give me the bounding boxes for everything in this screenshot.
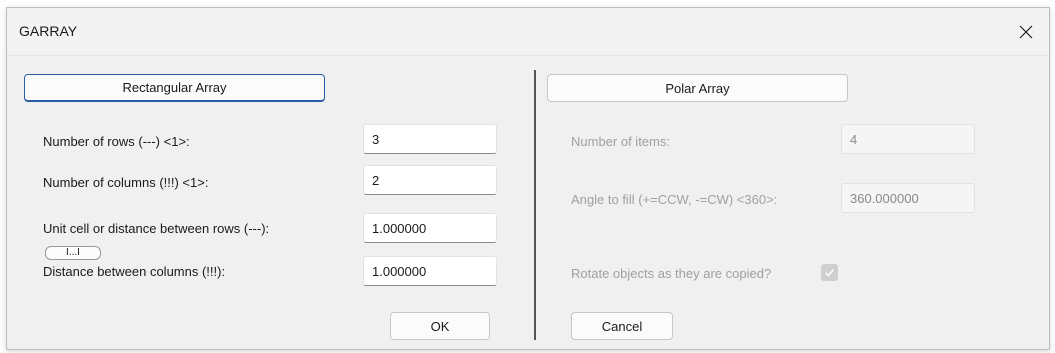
close-button[interactable]	[1003, 8, 1049, 56]
dialog-title: GARRAY	[19, 23, 78, 39]
angle-label: Angle to fill (+=CCW, -=CW) <360>:	[571, 192, 778, 207]
row-distance-label: Unit cell or distance between rows (---)…	[43, 221, 270, 236]
items-input	[841, 124, 975, 154]
ok-button[interactable]: OK	[390, 312, 490, 340]
columns-label: Number of columns (!!!) <1>:	[43, 175, 209, 190]
rows-label: Number of rows (---) <1>:	[43, 134, 190, 149]
rectangular-array-button[interactable]: Rectangular Array	[24, 74, 325, 102]
cancel-button[interactable]: Cancel	[571, 312, 673, 340]
row-distance-input[interactable]	[363, 213, 497, 243]
polar-array-button[interactable]: Polar Array	[547, 74, 848, 102]
rows-input[interactable]	[363, 124, 497, 154]
items-label: Number of items:	[571, 134, 670, 149]
column-distance-input[interactable]	[363, 256, 497, 286]
columns-input[interactable]	[363, 165, 497, 195]
rotate-checkbox	[821, 264, 838, 281]
pick-distance-button[interactable]: I...I	[45, 246, 101, 260]
angle-input	[841, 183, 975, 213]
column-distance-label: Distance between columns (!!!):	[43, 264, 226, 279]
close-icon	[1019, 25, 1033, 39]
rotate-label: Rotate objects as they are copied?	[571, 266, 772, 281]
checkmark-icon	[824, 268, 835, 277]
title-bar: GARRAY	[7, 8, 1049, 56]
garray-dialog: GARRAY Rectangular Array Number of rows …	[6, 7, 1050, 350]
section-divider	[534, 70, 536, 340]
